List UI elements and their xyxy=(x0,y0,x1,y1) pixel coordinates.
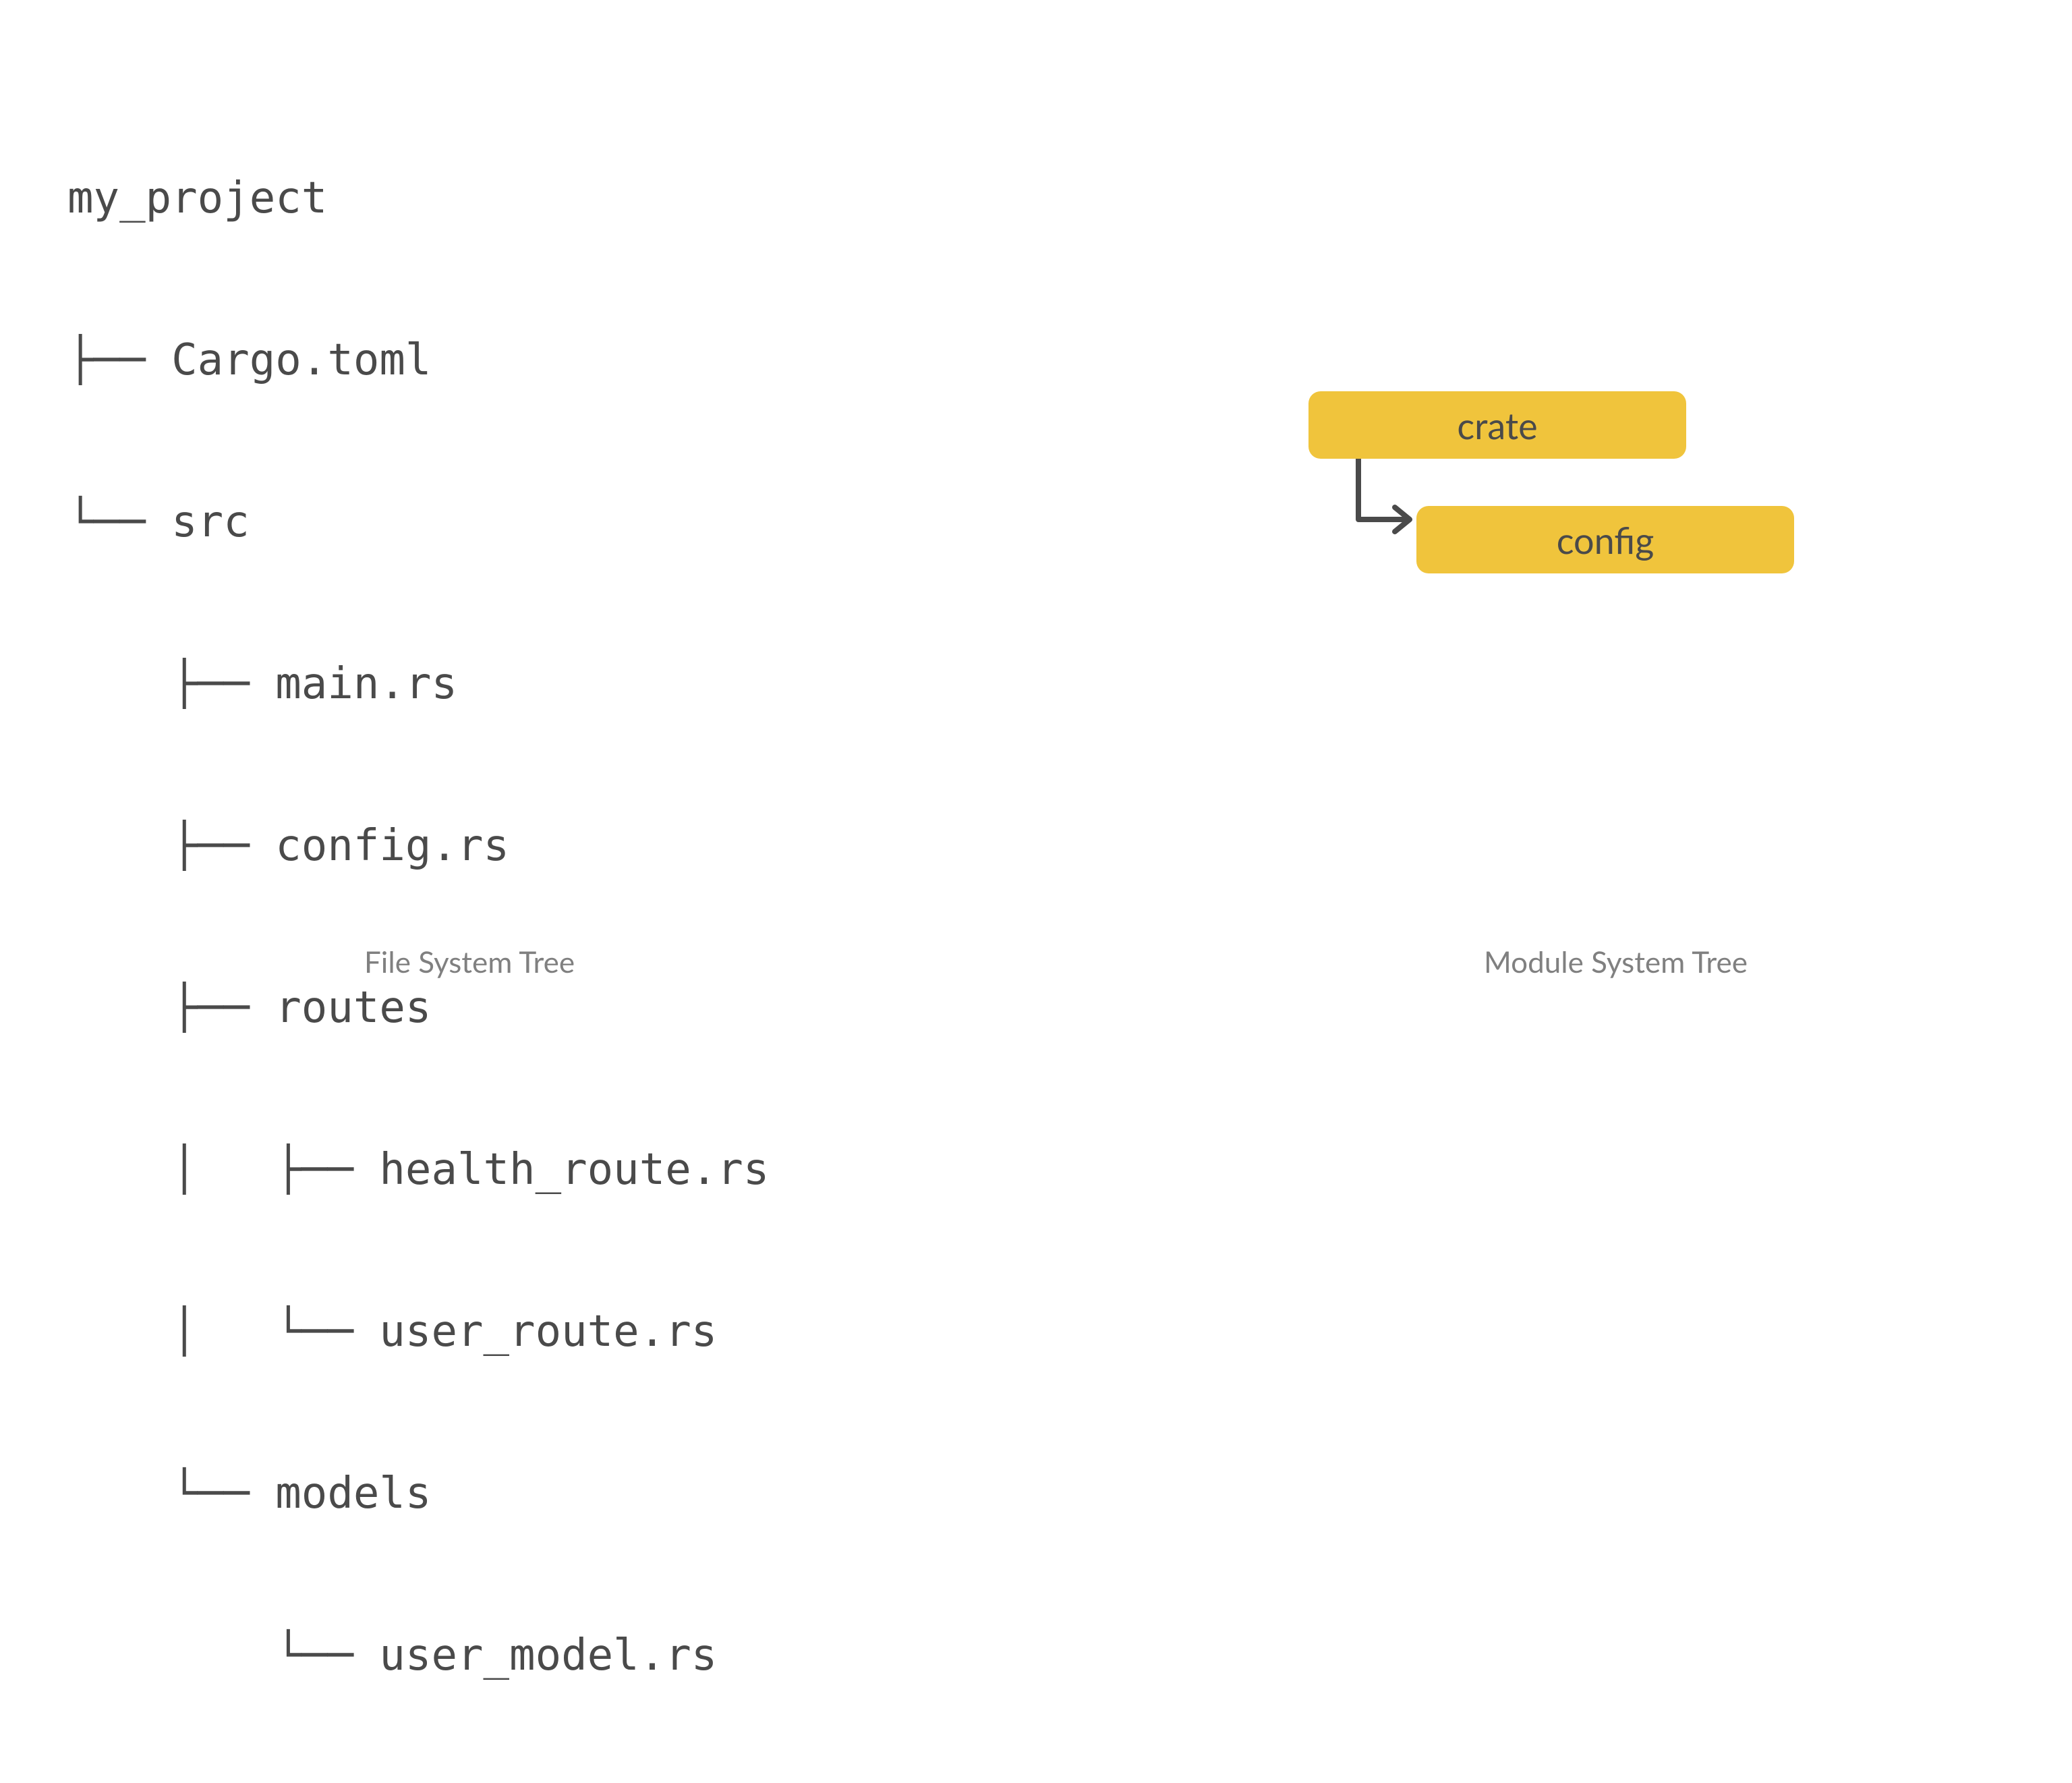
tree-row: ├── routes xyxy=(67,970,769,1046)
tree-line-text: my_project xyxy=(67,177,327,220)
caption-module-system: Module System Tree xyxy=(1484,944,1748,980)
arrow-icon xyxy=(1345,459,1426,546)
tree-line-text: └── models xyxy=(67,1472,431,1515)
tree-row: └── models xyxy=(67,1456,769,1531)
tree-row: │ └── user_route.rs xyxy=(67,1294,769,1369)
module-node-label: config xyxy=(1557,518,1654,562)
tree-line-text: └── src xyxy=(67,501,250,544)
tree-line-text: └── user_model.rs xyxy=(67,1634,717,1677)
module-node-config: config xyxy=(1416,506,1794,573)
tree-line-text: │ └── user_route.rs xyxy=(67,1310,717,1353)
caption-file-system: File System Tree xyxy=(364,944,575,980)
tree-line-text: │ ├── health_route.rs xyxy=(67,1148,769,1191)
tree-row: ├── Cargo.toml xyxy=(67,322,769,398)
tree-row: └── src xyxy=(67,484,769,560)
tree-line-text: ├── Cargo.toml xyxy=(67,339,431,382)
tree-row: ├── main.rs xyxy=(67,646,769,722)
tree-line-text: ├── config.rs xyxy=(67,824,509,868)
tree-row: │ ├── health_route.rs xyxy=(67,1132,769,1208)
tree-line-text: ├── main.rs xyxy=(67,662,457,706)
module-node-crate: crate xyxy=(1308,391,1686,459)
tree-line-text: ├── routes xyxy=(67,986,431,1029)
file-system-tree: my_project ├── Cargo.toml └── src ├── ma… xyxy=(67,74,769,1780)
tree-row: my_project xyxy=(67,161,769,236)
module-node-label: crate xyxy=(1457,403,1537,447)
tree-row: ├── config.rs xyxy=(67,808,769,884)
diagram-canvas: my_project ├── Cargo.toml └── src ├── ma… xyxy=(0,0,2072,1036)
tree-row: └── user_model.rs xyxy=(67,1618,769,1693)
